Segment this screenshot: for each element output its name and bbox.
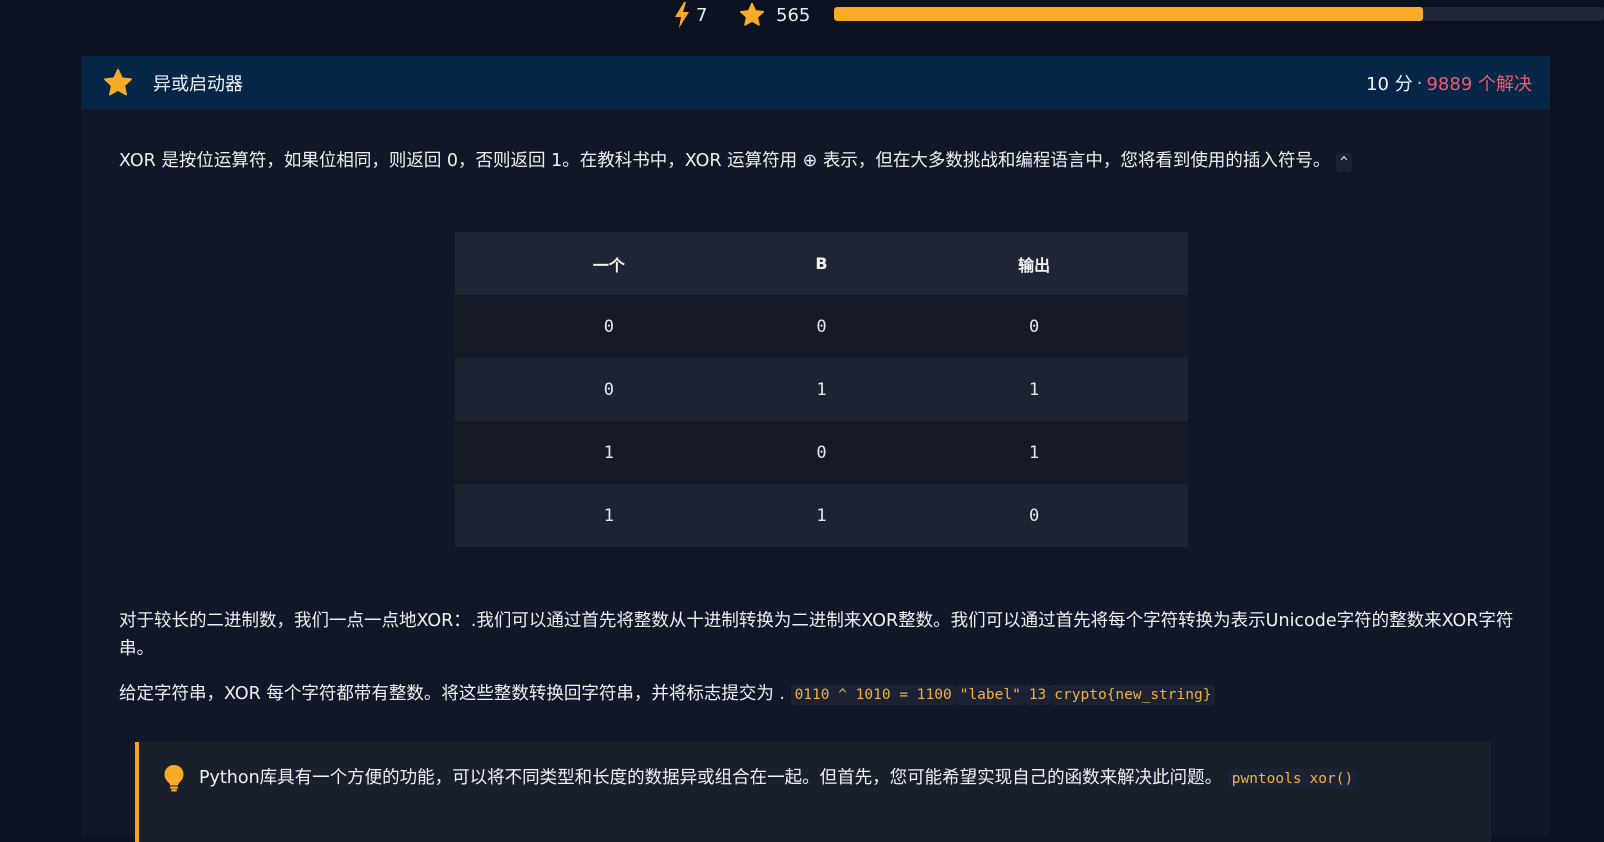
star-icon (739, 2, 765, 26)
challenge-solves: 9889 个解决 (1426, 74, 1532, 95)
hint-text: Python库具有一个方便的功能，可以将不同类型和长度的数据异或组合在一起。但首… (199, 768, 1223, 788)
intro-paragraph: XOR 是按位运算符，如果位相同，则返回 0，否则返回 1。在教科书中，XOR … (119, 147, 1519, 177)
table-cell: 1 (880, 421, 1188, 484)
table-cell: 0 (455, 358, 763, 421)
task-text: 给定字符串，XOR 每个字符都带有整数。将这些整数转换回字符串，并将标志提交为 … (119, 684, 785, 704)
task-paragraph: 给定字符串，XOR 每个字符都带有整数。将这些整数转换回字符串，并将标志提交为 … (119, 680, 1529, 709)
table-header-row: 一个 B 输出 (455, 232, 1188, 295)
header-output: 输出 (880, 232, 1188, 295)
table-row: 0 0 0 (455, 295, 1188, 358)
lightbulb-icon (164, 765, 184, 792)
lightning-icon (675, 2, 689, 28)
star-icon (104, 68, 132, 96)
energy-stat: 7 (674, 2, 707, 28)
binary-paragraph: 对于较长的二进制数，我们一点一点地XOR：.我们可以通过首先将整数从十进制转换为… (119, 611, 1514, 659)
table-cell: 1 (455, 421, 763, 484)
hint-paragraph: Python库具有一个方便的功能，可以将不同类型和长度的数据异或组合在一起。但首… (199, 764, 1358, 793)
points-stat: 565 (738, 2, 810, 28)
progress-fill (834, 7, 1424, 21)
caret-code: ^ (1336, 153, 1352, 172)
code-pwntools: pwntools (1227, 769, 1306, 789)
hint-box: Python库具有一个方便的功能，可以将不同类型和长度的数据异或组合在一起。但首… (135, 742, 1491, 842)
table-cell: 1 (762, 358, 881, 421)
table-cell: 1 (880, 358, 1188, 421)
table-cell: 0 (880, 484, 1188, 547)
code-snippet-flag: crypto{new_string} (1050, 685, 1216, 705)
challenge-meta: 10 分 · 9889 个解决 (1366, 70, 1532, 96)
challenge-panel: 异或启动器 10 分 · 9889 个解决 XOR 是按位运算符，如果位相同，则… (81, 56, 1550, 842)
table-row: 1 1 0 (455, 484, 1188, 547)
xor-truth-table: 一个 B 输出 0 0 0 0 1 1 1 0 1 1 1 0 (455, 232, 1188, 547)
table-cell: 1 (762, 484, 881, 547)
code-snippet-number: 13 (1024, 685, 1051, 705)
intro-text: XOR 是按位运算符，如果位相同，则返回 0，否则返回 1。在教科书中，XOR … (119, 151, 1331, 171)
challenge-header[interactable]: 异或启动器 10 分 · 9889 个解决 (81, 56, 1550, 110)
table-cell: 0 (455, 295, 763, 358)
top-stats-bar: 7 565 (0, 0, 1604, 30)
code-snippet-binary: 0110 ^ 1010 = 1100 (790, 685, 956, 705)
code-xor-func: xor() (1305, 769, 1358, 789)
table-cell: 0 (762, 421, 881, 484)
table-cell: 1 (455, 484, 763, 547)
table-cell: 0 (762, 295, 881, 358)
header-b: B (762, 232, 881, 295)
points-value: 565 (776, 4, 811, 26)
header-a: 一个 (455, 232, 763, 295)
challenge-title: 异或启动器 (153, 74, 243, 95)
challenge-points: 10 分 (1366, 74, 1413, 95)
table-row: 1 0 1 (455, 421, 1188, 484)
code-snippet-label: "label" (955, 685, 1025, 705)
meta-separator: · (1416, 72, 1423, 94)
progress-bar (834, 7, 1604, 21)
table-row: 0 1 1 (455, 358, 1188, 421)
energy-value: 7 (696, 4, 708, 26)
table-cell: 0 (880, 295, 1188, 358)
